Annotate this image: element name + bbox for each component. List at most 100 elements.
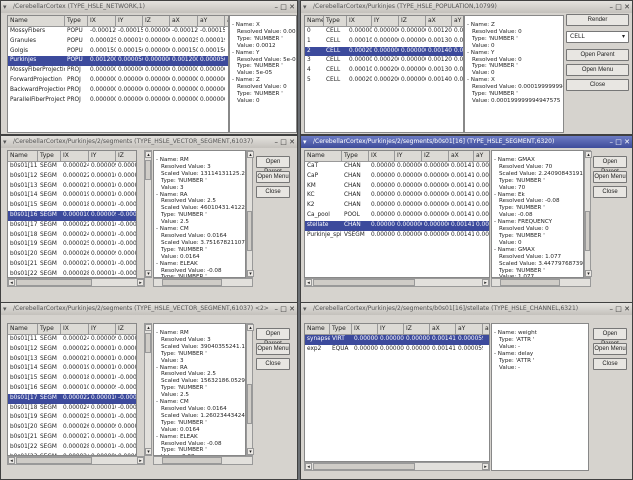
column-header-iy[interactable]: IY: [116, 16, 143, 26]
table-row[interactable]: 2CELL0.0002000.0000000.0000000.0014000.0…: [305, 46, 463, 57]
column-header-ax[interactable]: aX: [449, 151, 474, 161]
open-parent-button[interactable]: Open Parent: [256, 156, 290, 175]
table-row[interactable]: CaTCHAN0.0000000.0000000.0000000.0014100…: [305, 162, 489, 172]
arrow-left-icon[interactable]: ◂: [8, 457, 15, 464]
scrollbar-thumb[interactable]: [585, 211, 590, 251]
table-row[interactable]: exp2EQUA0.0000000.0000000.0000000.001410…: [305, 345, 489, 355]
column-header-iz[interactable]: IZ: [422, 151, 449, 161]
arrow-down-icon[interactable]: ▾: [585, 270, 592, 277]
scrollbar-thumb[interactable]: [162, 457, 222, 464]
arrow-right-icon[interactable]: ▸: [137, 279, 144, 286]
item-table[interactable]: NameTypeIXIYIZaXaY0CELL0.0000000.0000000…: [304, 15, 464, 133]
table-row[interactable]: ForwardProjection PROJ 0.000000 0.000000 0.0…: [8, 76, 228, 86]
column-header-iz[interactable]: IZ: [404, 324, 430, 334]
item-table[interactable]: Name Type IX IY IZ b0s01[11] SEGM 0.000024 0.000…: [7, 150, 137, 278]
column-header-name[interactable]: Name: [8, 324, 38, 334]
open-menu-button[interactable]: Open Menu: [593, 171, 627, 183]
table-row[interactable]: 1CELL0.0001000.0000000.0000000.0013000.0…: [305, 37, 463, 47]
column-header-ix[interactable]: IX: [369, 151, 395, 161]
table-row[interactable]: ParallelFiberProjectionPROJ0.0000000.000…: [8, 96, 228, 106]
table-row[interactable]: b0s01[18]SEGM 0.0000240.000010-0.000001: [8, 231, 136, 241]
open-parent-button[interactable]: Open Parent: [593, 156, 627, 175]
table-row[interactable]: synapseVIRT0.0000000.0000000.0000000.001…: [305, 335, 489, 345]
chevron-down-icon[interactable]: ▾: [303, 305, 307, 313]
arrow-right-icon[interactable]: ▸: [482, 463, 489, 470]
column-header-iz[interactable]: IZ: [399, 16, 426, 26]
table-row[interactable]: b0s01[16]SEGM 0.0000100.000009-0.000008: [8, 210, 136, 221]
detail-tree[interactable]: - Name: X Resolved Value: 0.0012 Type: 'NU…: [229, 15, 297, 133]
table-row[interactable]: b0s01[19]SEGM 0.0000250.000010-0.000006: [8, 413, 136, 423]
table-row[interactable]: b0s01[20]SEGM 0.0000260.0000090.000002: [8, 250, 136, 260]
column-header-ax[interactable]: aX: [430, 324, 456, 334]
window-title-bar[interactable]: ▾ /CerebellarCortex/Purkinjes (TYPE_HSLE_…: [301, 1, 632, 13]
arrow-down-icon[interactable]: ▾: [247, 270, 254, 277]
column-header-ax[interactable]: aX: [170, 16, 198, 26]
scrollbar-thumb[interactable]: [313, 463, 416, 470]
column-header-ay[interactable]: aY: [456, 324, 483, 334]
table-row[interactable]: Golgis POPU 0.000150 0.000150 0.000000 0.0001…: [8, 47, 228, 57]
open-menu-button[interactable]: Open Menu: [566, 64, 629, 76]
column-header-name[interactable]: Name: [305, 151, 342, 161]
scrollbar-thumb[interactable]: [500, 279, 560, 286]
table-row[interactable]: b0s01[15]SEGM 0.0000180.000010-0.000000: [8, 201, 136, 211]
scrollbar-thumb[interactable]: [313, 279, 416, 286]
scrollbar-thumb[interactable]: [247, 211, 252, 251]
chevron-down-icon[interactable]: ▾: [303, 3, 307, 11]
column-header-type[interactable]: Type: [324, 16, 347, 26]
scrollbar-thumb[interactable]: [247, 384, 252, 424]
window-title-bar[interactable]: ▾ /CerebellarCortex/Purkinjes/2/segments …: [1, 136, 297, 148]
table-row[interactable]: Purkinje_spineVSEGM0.0000000.0000000.000…: [305, 231, 489, 241]
arrow-up-icon[interactable]: ▴: [247, 324, 254, 331]
chevron-down-icon[interactable]: ▾: [3, 305, 7, 313]
table-row[interactable]: b0s01[12]SEGM 0.0000220.0000100.000002: [8, 172, 136, 182]
chevron-down-icon[interactable]: ▾: [303, 138, 307, 146]
scrollbar-thumb[interactable]: [162, 279, 222, 286]
column-header-ix[interactable]: IX: [352, 324, 378, 334]
table-row[interactable]: b0s01[18]SEGM 0.0000240.000010-0.000001: [8, 404, 136, 414]
close-button[interactable]: Close: [593, 358, 627, 370]
column-header-type[interactable]: Type: [342, 151, 369, 161]
open-menu-button[interactable]: Open Menu: [593, 343, 627, 355]
item-table[interactable]: NameTypeIXIYIZaXaYasynapseVIRT0.0000000.…: [304, 323, 490, 462]
maximize-icon[interactable]: □: [280, 3, 289, 11]
arrow-left-icon[interactable]: ◂: [305, 463, 312, 470]
table-row[interactable]: b0s01[12]SEGM 0.0000220.0000100.000002: [8, 345, 136, 355]
column-header-type[interactable]: Type: [330, 324, 352, 334]
table-row[interactable]: CaPCHAN0.0000000.0000000.0000000.0014100…: [305, 172, 489, 182]
close-icon[interactable]: ✕: [624, 138, 630, 146]
table-row[interactable]: b0s01[14]SEGM 0.0000190.0000100.000001: [8, 191, 136, 201]
detail-tree[interactable]: - Name: Z Resolved Value: 0 Type: 'NUMBER …: [464, 15, 564, 133]
column-header-name[interactable]: Name: [305, 16, 324, 26]
close-button[interactable]: Close: [593, 186, 627, 198]
table-vertical-scrollbar[interactable]: ▴ ▾: [144, 323, 152, 456]
window-title-bar[interactable]: ▾ /CerebellarCortex (TYPE_HSLE_NETWORK,1)…: [1, 1, 297, 13]
window-title-bar[interactable]: ▾ /CerebellarCortex/Purkinjes/2/segments …: [1, 303, 297, 315]
table-row[interactable]: stellateCHAN0.0000000.0000000.0000000.00…: [305, 220, 489, 231]
arrow-up-icon[interactable]: ▴: [145, 324, 152, 331]
table-row[interactable]: MossyFibersPOPU-0.000120-0.0001500.00000…: [8, 27, 228, 37]
close-icon[interactable]: ✕: [624, 3, 630, 11]
column-header-iz[interactable]: IZ: [143, 16, 170, 26]
table-horizontal-scrollbar[interactable]: ◂ ▸: [304, 462, 490, 471]
detail-tree[interactable]: - Name: RM Resolved Value: 3 Scaled Value:…: [153, 323, 246, 456]
table-row[interactable]: b0s01[16]SEGM 0.0000100.000009-0.000008: [8, 384, 136, 394]
maximize-icon[interactable]: □: [615, 3, 624, 11]
table-row[interactable]: b0s01[21]SEGM 0.0000270.000010-0.000001: [8, 433, 136, 443]
table-row[interactable]: b0s01[11]SEGM 0.0000240.0000090.000003: [8, 162, 136, 172]
chevron-down-icon[interactable]: ▾: [3, 138, 7, 146]
open-parent-button[interactable]: Open Parent: [566, 49, 629, 61]
column-header-type[interactable]: Type: [65, 16, 88, 26]
maximize-icon[interactable]: □: [280, 138, 289, 146]
column-header-ay[interactable]: aY: [474, 151, 489, 161]
scrollbar-thumb[interactable]: [16, 457, 92, 464]
arrow-down-icon[interactable]: ▾: [145, 448, 152, 455]
open-menu-button[interactable]: Open Menu: [256, 171, 290, 183]
scrollbar-thumb[interactable]: [145, 333, 151, 353]
detail-horizontal-scrollbar[interactable]: [153, 456, 253, 465]
column-header-ay[interactable]: aY: [198, 16, 225, 26]
arrow-down-icon[interactable]: ▾: [247, 448, 254, 455]
column-header-name[interactable]: Name: [8, 16, 65, 26]
table-row[interactable]: MossyFiberProjection PROJ 0.000000 0.000000…: [8, 66, 228, 76]
table-row[interactable]: b0s01[11]SEGM 0.0000240.0000090.000003: [8, 335, 136, 345]
table-row[interactable]: Ca_poolPOOL0.0000000.0000000.0000000.001…: [305, 211, 489, 221]
